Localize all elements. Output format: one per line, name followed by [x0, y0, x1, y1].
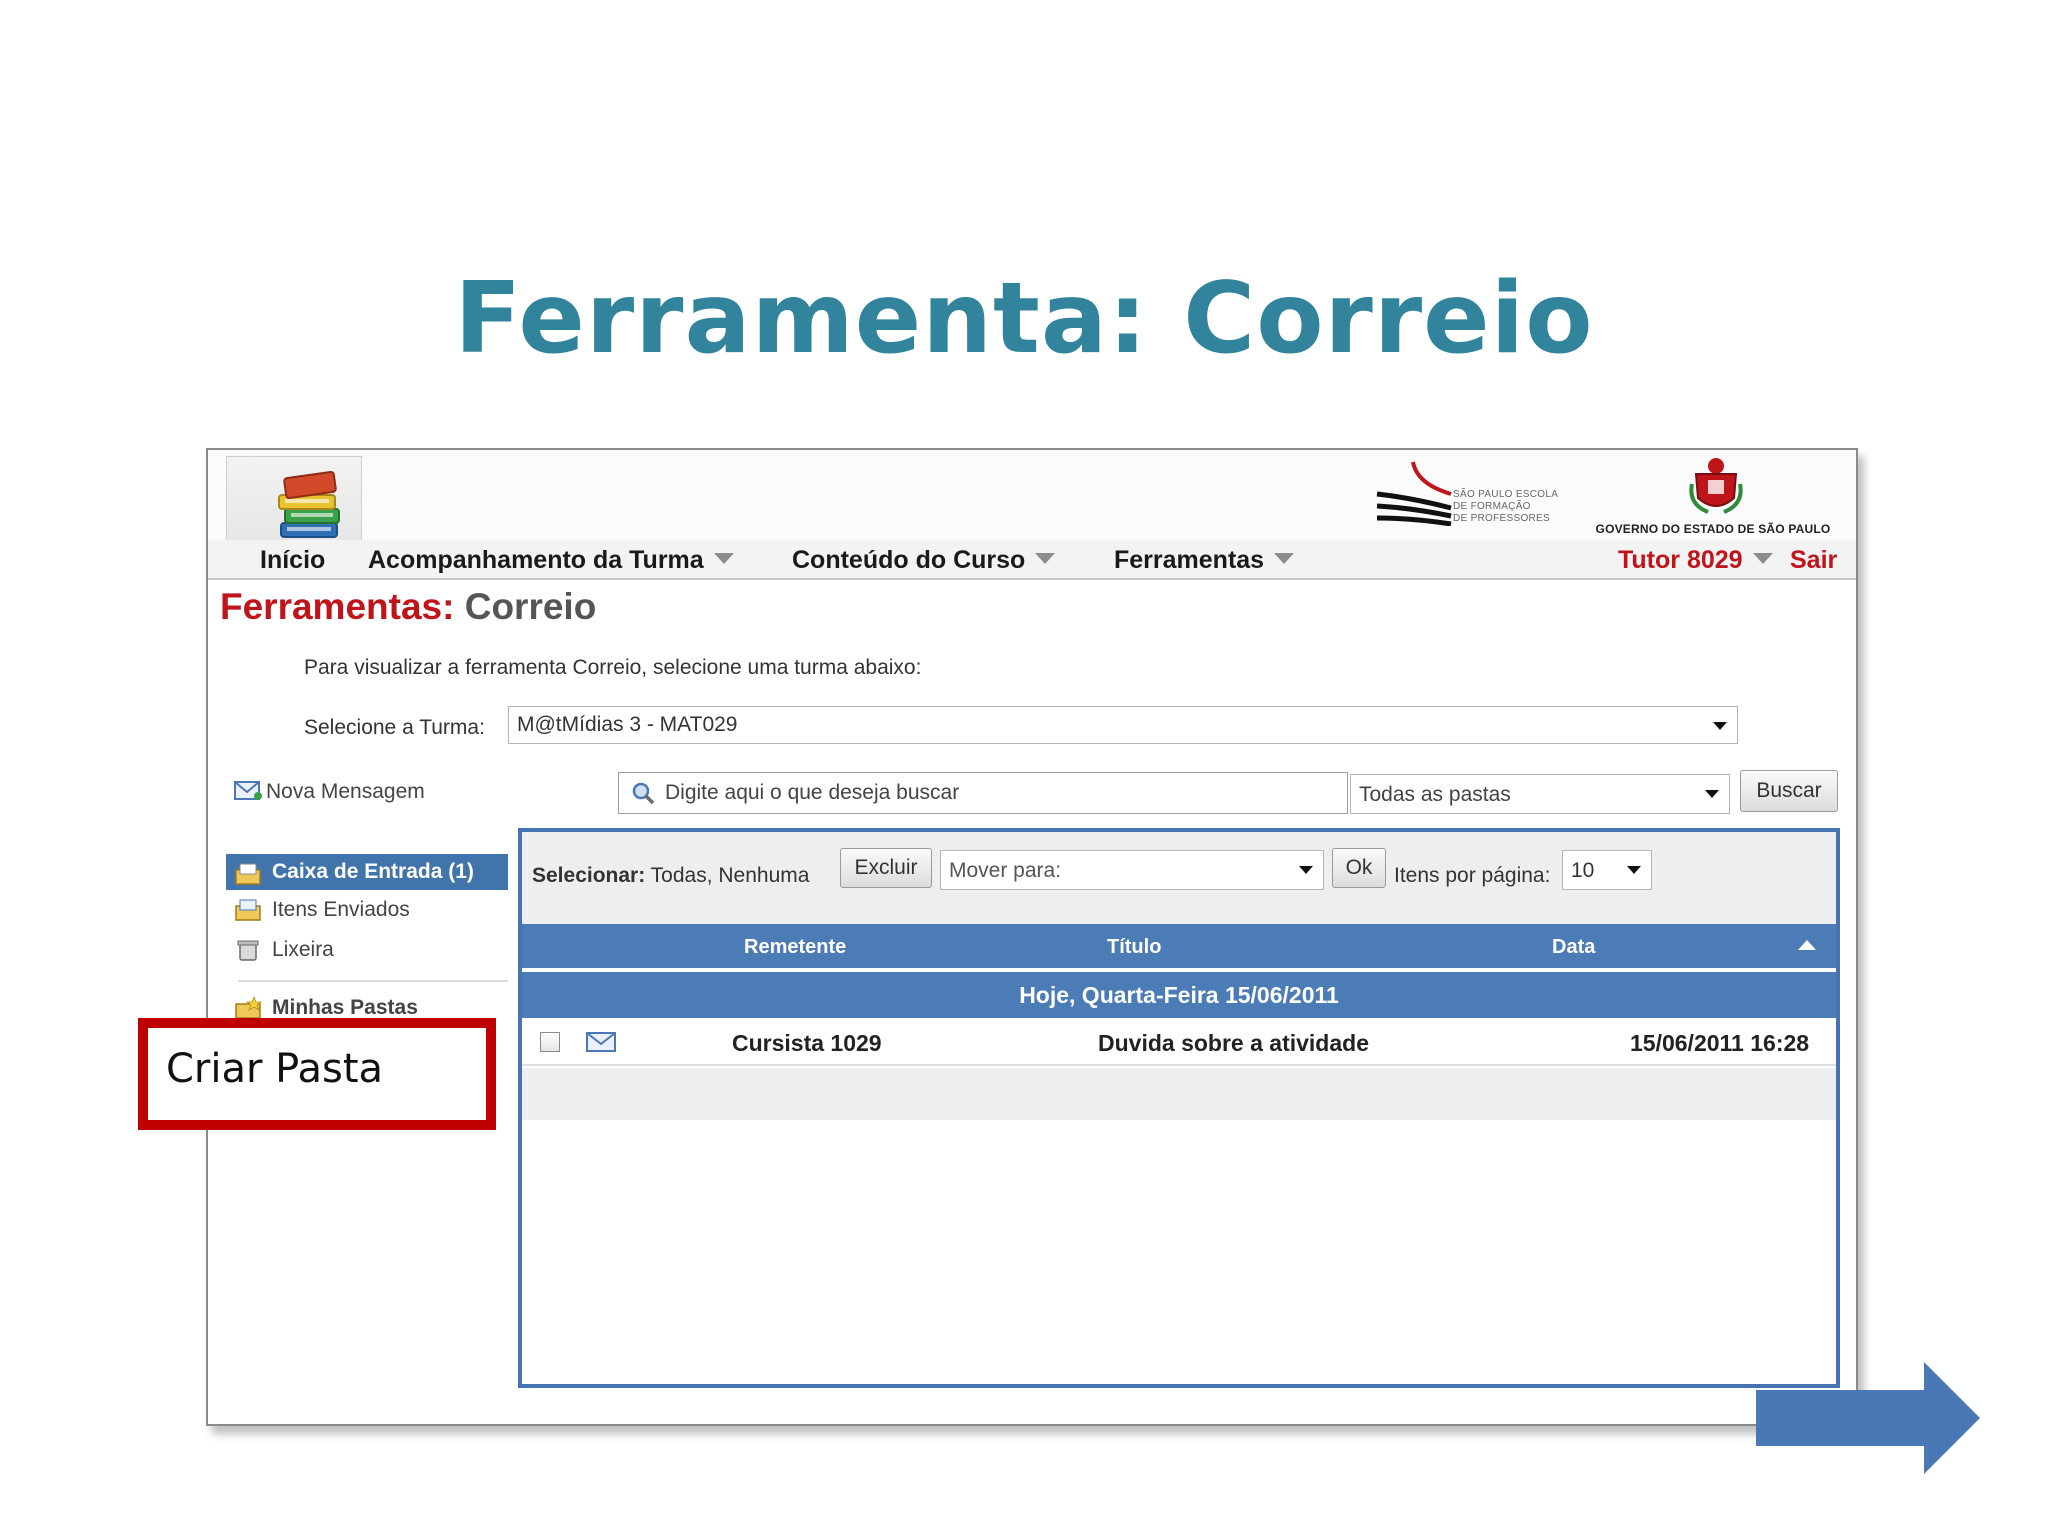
home-tab[interactable]	[226, 456, 362, 546]
create-folder-callout: Criar Pasta	[138, 1018, 496, 1130]
select-label: Selecionar:	[532, 864, 646, 887]
col-remetente[interactable]: Remetente	[744, 936, 846, 959]
user-menu[interactable]: Tutor 8029	[1618, 546, 1773, 575]
folder-filter-value: Todas as pastas	[1359, 783, 1511, 806]
row-date: 15/06/2011 16:28	[1630, 1030, 1810, 1056]
search-placeholder: Digite aqui o que deseja buscar	[665, 781, 960, 804]
ok-button[interactable]: Ok	[1332, 848, 1386, 888]
row-title[interactable]: Duvida sobre a atividade	[1098, 1030, 1369, 1057]
dropdown-arrow-icon	[1705, 790, 1719, 798]
dropdown-arrow-icon	[1299, 866, 1313, 874]
mail-toolbar: Selecionar: Todas, Nenhuma Excluir Mover…	[522, 832, 1836, 924]
sidebar-item-sent[interactable]: Itens Enviados	[226, 890, 508, 930]
page-title-prefix: Ferramentas:	[220, 586, 455, 627]
move-to-value: Mover para:	[949, 859, 1062, 882]
menu-acompanhamento[interactable]: Acompanhamento da Turma	[368, 546, 734, 575]
spfp-line-1: SÃO PAULO ESCOLA	[1453, 489, 1559, 500]
search-input[interactable]: Digite aqui o que deseja buscar	[618, 772, 1348, 814]
col-titulo[interactable]: Título	[1107, 936, 1161, 959]
row-checkbox[interactable]	[540, 1032, 560, 1052]
instruction-text: Para visualizar a ferramenta Correio, se…	[304, 656, 922, 679]
callout-text: Criar Pasta	[166, 1046, 384, 1092]
logout-link[interactable]: Sair	[1790, 546, 1837, 575]
sidebar-item-label: Caixa de Entrada (1)	[272, 860, 474, 883]
folder-sidebar: Caixa de Entrada (1) Itens Enviados Lixe…	[226, 854, 508, 1028]
delete-button[interactable]: Excluir	[840, 848, 932, 888]
coat-of-arms-icon	[1689, 458, 1743, 514]
new-message-link[interactable]: Nova Mensagem	[234, 780, 425, 804]
books-icon	[278, 471, 340, 538]
user-menu-label: Tutor 8029	[1618, 546, 1743, 574]
turma-label: Selecione a Turma:	[304, 716, 485, 739]
sort-ascending-icon[interactable]	[1798, 940, 1816, 950]
select-control[interactable]: Selecionar: Todas, Nenhuma	[532, 864, 809, 888]
folder-filter-select[interactable]: Todas as pastas	[1350, 774, 1730, 814]
folder-star-icon	[235, 996, 262, 1019]
sidebar-item-label: Minhas Pastas	[272, 996, 418, 1019]
dropdown-arrow-icon	[1713, 722, 1727, 730]
app-screenshot: SÃO PAULO ESCOLA DE FORMAÇÃO DE PROFESSO…	[206, 448, 1858, 1426]
sidebar-divider	[238, 980, 508, 982]
sidebar-item-inbox[interactable]: Caixa de Entrada (1)	[226, 854, 508, 890]
turma-select[interactable]: M@tMídias 3 - MAT029	[508, 706, 1738, 744]
search-icon	[632, 782, 655, 805]
envelope-icon	[586, 1032, 616, 1052]
search-button[interactable]: Buscar	[1740, 770, 1838, 812]
page-title: Ferramentas: Correio	[220, 586, 596, 628]
spfp-line-3: DE PROFESSORES	[1453, 513, 1550, 524]
menu-acompanhamento-label: Acompanhamento da Turma	[368, 546, 704, 574]
menu-conteudo-label: Conteúdo do Curso	[792, 546, 1026, 574]
dropdown-arrow-icon	[1627, 866, 1641, 874]
top-bar: SÃO PAULO ESCOLA DE FORMAÇÃO DE PROFESSO…	[208, 450, 1856, 580]
menu-conteudo[interactable]: Conteúdo do Curso	[792, 546, 1056, 575]
sidebar-item-trash[interactable]: Lixeira	[226, 930, 508, 970]
move-to-select[interactable]: Mover para:	[940, 850, 1324, 890]
select-options[interactable]: Todas, Nenhuma	[645, 864, 810, 887]
spfp-logo: SÃO PAULO ESCOLA DE FORMAÇÃO DE PROFESSO…	[1373, 454, 1573, 527]
slide-title: Ferramenta: Correio	[454, 262, 1594, 376]
per-page-value: 10	[1571, 859, 1595, 882]
chevron-down-icon	[1035, 553, 1056, 564]
menu-inicio[interactable]: Início	[260, 546, 325, 575]
per-page-label: Itens por página:	[1394, 864, 1551, 887]
next-arrow-icon[interactable]	[1756, 1362, 1980, 1474]
table-row[interactable]: Cursista 1029 Duvida sobre a atividade 1…	[522, 1018, 1836, 1066]
mail-panel: Selecionar: Todas, Nenhuma Excluir Mover…	[518, 828, 1840, 1388]
gov-sp-logo: GOVERNO DO ESTADO DE SÃO PAULO	[1588, 454, 1838, 536]
table-header: Remetente Título Data	[522, 924, 1836, 970]
sidebar-item-label: Lixeira	[272, 938, 334, 961]
new-message-label: Nova Mensagem	[266, 780, 425, 803]
col-data[interactable]: Data	[1552, 936, 1595, 959]
chevron-down-icon	[1274, 553, 1295, 564]
per-page-select[interactable]: 10	[1562, 850, 1652, 890]
menu-ferramentas-label: Ferramentas	[1114, 546, 1265, 574]
new-mail-icon	[234, 781, 262, 800]
spfp-swoosh-icon	[1376, 461, 1452, 527]
date-group-row: Hoje, Quarta-Feira 15/06/2011	[522, 972, 1836, 1018]
chevron-down-icon	[713, 553, 734, 564]
gov-sp-text: GOVERNO DO ESTADO DE SÃO PAULO	[1595, 522, 1831, 536]
empty-row	[522, 1068, 1836, 1120]
row-sender[interactable]: Cursista 1029	[732, 1030, 882, 1057]
chevron-down-icon	[1752, 553, 1773, 564]
sent-items-icon	[235, 899, 261, 921]
page-title-suffix: Correio	[454, 586, 597, 627]
turma-select-value: M@tMídias 3 - MAT029	[517, 713, 738, 736]
sidebar-item-label: Itens Enviados	[272, 898, 410, 921]
spfp-line-2: DE FORMAÇÃO	[1453, 501, 1531, 512]
main-menu: Início Acompanhamento da Turma Conteúdo …	[208, 540, 1856, 580]
inbox-icon	[235, 863, 261, 885]
trash-icon	[237, 940, 259, 961]
menu-ferramentas[interactable]: Ferramentas	[1114, 546, 1295, 575]
